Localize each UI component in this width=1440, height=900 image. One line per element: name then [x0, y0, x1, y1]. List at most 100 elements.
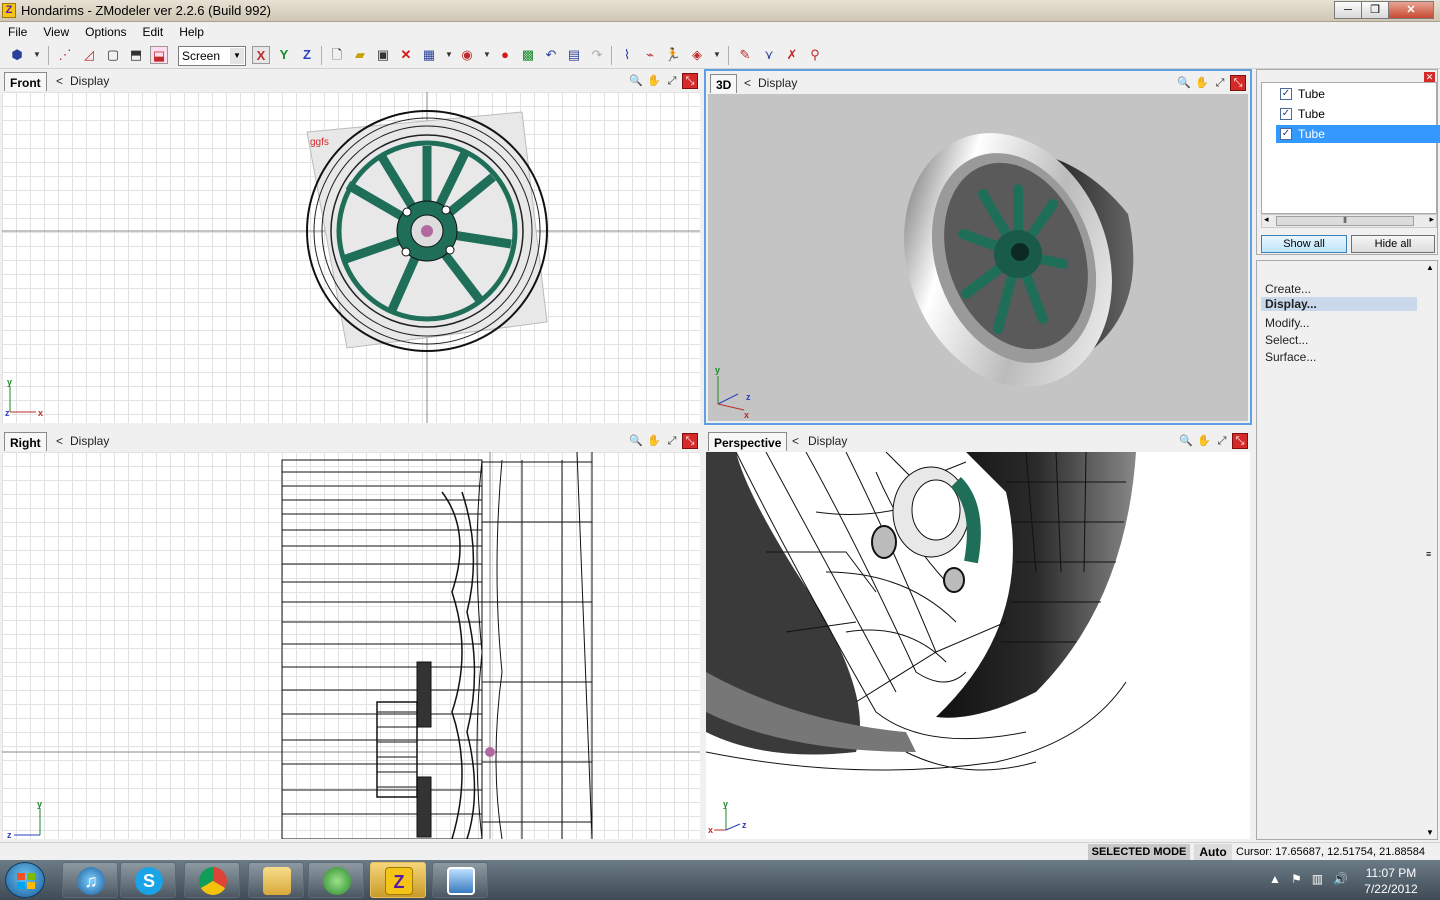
viewport-front-label[interactable]: Front: [4, 72, 47, 91]
scroll-up-icon[interactable]: ▲: [1426, 263, 1434, 272]
menu-options[interactable]: Options: [77, 25, 134, 39]
cross-vertex-icon[interactable]: ✗: [783, 46, 801, 64]
material-icon[interactable]: ◈: [688, 46, 706, 64]
record-icon[interactable]: ●: [496, 46, 514, 64]
viewport-3d-canvas[interactable]: y z x: [708, 94, 1248, 421]
taskbar-zmodeler[interactable]: Z: [370, 862, 426, 898]
scroll-down-icon[interactable]: ▼: [1426, 828, 1434, 837]
tools-dropdown-icon[interactable]: ▼: [28, 46, 46, 64]
viewport-right[interactable]: Right < Display 🔍 ✋ ⤢ ⤡ y z: [0, 429, 702, 841]
taskbar-skype[interactable]: S: [120, 862, 176, 898]
viewport-front-canvas[interactable]: ggfs y x z: [2, 92, 700, 423]
unlink-icon[interactable]: ⌁: [641, 46, 659, 64]
maximize-viewport-icon[interactable]: ⤢: [1212, 75, 1228, 91]
checkbox-checked-icon[interactable]: ✓: [1280, 108, 1292, 120]
scroll-grip-icon[interactable]: ≡: [1426, 549, 1431, 559]
command-surface[interactable]: Surface...: [1265, 350, 1316, 364]
viewport-perspective-label[interactable]: Perspective: [708, 432, 788, 451]
menu-file[interactable]: File: [0, 25, 35, 39]
maximize-viewport-icon[interactable]: ⤢: [1214, 433, 1230, 449]
pan-hand-icon[interactable]: ✋: [646, 433, 662, 449]
checkbox-checked-icon[interactable]: ✓: [1280, 128, 1292, 140]
taskbar-messenger[interactable]: [308, 862, 364, 898]
viewport-perspective-display-menu[interactable]: Display: [808, 434, 847, 448]
import-dropdown-icon[interactable]: ▼: [440, 46, 458, 64]
axis-x-toggle[interactable]: X: [252, 46, 270, 64]
checkbox-checked-icon[interactable]: ✓: [1280, 88, 1292, 100]
axis-y-toggle[interactable]: Y: [275, 46, 293, 64]
viewport-front-display-menu[interactable]: Display: [70, 74, 109, 88]
scroll-left-icon[interactable]: ◂: [1264, 214, 1269, 225]
pan-hand-icon[interactable]: ✋: [1196, 433, 1212, 449]
material-dropdown-icon[interactable]: ▼: [708, 46, 726, 64]
viewport-close-icon[interactable]: ⤡: [682, 73, 698, 89]
close-button[interactable]: ✕: [1388, 1, 1434, 19]
face-select-icon[interactable]: ◿: [80, 46, 98, 64]
menu-view[interactable]: View: [35, 25, 77, 39]
viewport-perspective-arrow[interactable]: <: [792, 434, 799, 448]
viewport-3d-arrow[interactable]: <: [744, 76, 751, 90]
viewport-close-icon[interactable]: ⤡: [682, 433, 698, 449]
vertex-weld-icon[interactable]: ⋎: [760, 46, 778, 64]
maximize-button[interactable]: ❐: [1361, 1, 1389, 19]
bone-icon[interactable]: ⚲: [806, 46, 824, 64]
object-list-item[interactable]: ✓ Tube: [1276, 105, 1440, 123]
command-select[interactable]: Select...: [1265, 333, 1308, 347]
viewport-right-label[interactable]: Right: [4, 432, 47, 451]
tray-expand-icon[interactable]: ▲: [1269, 872, 1281, 886]
viewport-close-icon[interactable]: ⤡: [1232, 433, 1248, 449]
taskbar-photo-viewer[interactable]: [432, 862, 488, 898]
menu-help[interactable]: Help: [171, 25, 212, 39]
viewport-perspective-canvas[interactable]: y z x: [706, 452, 1250, 839]
commands-scrollbar[interactable]: ▲ ≡ ▼: [1423, 261, 1437, 839]
open-folder-icon[interactable]: ▰: [351, 46, 369, 64]
paint-icon[interactable]: ✎: [736, 46, 754, 64]
viewport-front-arrow[interactable]: <: [56, 74, 63, 88]
zoom-icon[interactable]: 🔍: [628, 433, 644, 449]
pan-hand-icon[interactable]: ✋: [1194, 75, 1210, 91]
object-select-icon[interactable]: ▢: [104, 46, 122, 64]
box-select-icon[interactable]: ⬒: [127, 46, 145, 64]
vertex-select-icon[interactable]: ⋰: [56, 46, 74, 64]
command-display[interactable]: Display...: [1261, 297, 1417, 311]
viewport-right-arrow[interactable]: <: [56, 434, 63, 448]
viewport-front[interactable]: Front < Display 🔍 ✋ ⤢ ⤡ ggfs y x z: [0, 69, 702, 425]
axis-z-toggle[interactable]: Z: [298, 46, 316, 64]
minimize-button[interactable]: ─: [1334, 1, 1362, 19]
system-clock[interactable]: 11:07 PM 7/22/2012: [1352, 865, 1430, 897]
new-file-icon[interactable]: 🗋: [328, 46, 346, 64]
zoom-icon[interactable]: 🔍: [1178, 433, 1194, 449]
scrollbar-thumb[interactable]: ⦀: [1276, 216, 1414, 226]
render-icon[interactable]: ▩: [519, 46, 537, 64]
zoom-icon[interactable]: 🔍: [628, 73, 644, 89]
tray-volume-icon[interactable]: 🔊: [1333, 872, 1348, 886]
viewport-close-icon[interactable]: ⤡: [1230, 75, 1246, 91]
import-icon[interactable]: ▦: [420, 46, 438, 64]
scroll-right-icon[interactable]: ▸: [1429, 214, 1434, 225]
undo-icon[interactable]: ↶: [542, 46, 560, 64]
viewport-3d[interactable]: 3D < Display 🔍 ✋ ⤢ ⤡ y z x: [704, 69, 1252, 425]
zoom-icon[interactable]: 🔍: [1176, 75, 1192, 91]
tools-icon[interactable]: ⬢: [8, 46, 26, 64]
viewport-3d-display-menu[interactable]: Display: [758, 76, 797, 90]
taskbar-itunes[interactable]: ♫: [62, 862, 118, 898]
export-icon[interactable]: ◉: [458, 46, 476, 64]
viewport-3d-label[interactable]: 3D: [710, 74, 738, 93]
coordinate-system-select[interactable]: Screen ▼: [178, 46, 246, 66]
pan-hand-icon[interactable]: ✋: [646, 73, 662, 89]
history-icon[interactable]: ▤: [565, 46, 583, 64]
object-list-item[interactable]: ✓ Tube: [1276, 85, 1440, 103]
viewport-perspective[interactable]: Perspective < Display 🔍 ✋ ⤢ ⤡ y z x: [704, 429, 1252, 841]
start-button[interactable]: [5, 862, 45, 898]
tray-flag-icon[interactable]: ⚑: [1291, 872, 1302, 886]
mesh-select-icon[interactable]: ⬓: [150, 46, 168, 64]
viewport-right-canvas[interactable]: y z: [2, 452, 700, 839]
command-modify[interactable]: Modify...: [1265, 316, 1309, 330]
hide-all-button[interactable]: Hide all: [1351, 235, 1435, 253]
export-dropdown-icon[interactable]: ▼: [478, 46, 496, 64]
command-create[interactable]: Create...: [1265, 282, 1311, 296]
link-icon[interactable]: ⌇: [618, 46, 636, 64]
menu-edit[interactable]: Edit: [135, 25, 172, 39]
character-icon[interactable]: 🏃: [664, 46, 682, 64]
maximize-viewport-icon[interactable]: ⤢: [664, 433, 680, 449]
